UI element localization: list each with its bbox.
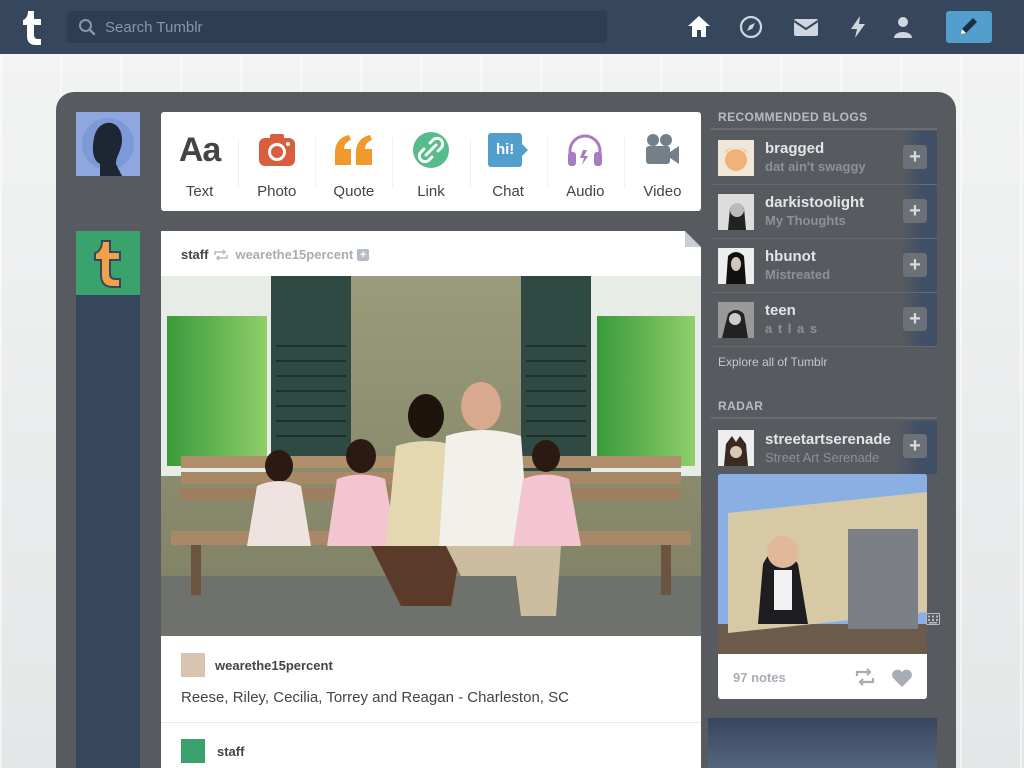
post-type-chat[interactable]: hi! Chat (469, 112, 547, 211)
radar-blog-subtitle: Street Art Serenade (765, 450, 880, 465)
radar-title: Radar (718, 399, 764, 413)
compose-post-button[interactable] (946, 11, 992, 43)
post-caption: Reese, Riley, Cecilia, Torrey and Reagan… (181, 689, 569, 706)
search-icon (78, 18, 96, 41)
post-type-quote[interactable]: Quote (315, 112, 392, 211)
post-type-video[interactable]: Video (623, 112, 701, 211)
radar-blog-name[interactable]: streetartserenade (765, 431, 891, 448)
radar-rule (711, 417, 937, 419)
recommended-blog-item[interactable]: bragged dat ain't swaggy + (711, 131, 937, 185)
keyboard-shortcuts-icon[interactable] (926, 612, 940, 630)
quote-icon (333, 130, 375, 170)
post-type-label: Link (417, 183, 445, 200)
blog-subtitle: My Thoughts (765, 213, 846, 228)
blog-subtitle: a t l a s (765, 321, 819, 336)
recommended-blog-item[interactable]: hbunot Mistreated + (711, 239, 937, 293)
blog-avatar[interactable] (718, 248, 754, 284)
blog-subtitle: dat ain't swaggy (765, 159, 866, 174)
follow-blog-button[interactable]: + (903, 145, 927, 169)
sidebar-bottom-widget (708, 718, 937, 768)
recommended-blog-item[interactable]: teen a t l a s + (711, 293, 937, 347)
next-post-author-link[interactable]: staff (217, 744, 244, 759)
reblog-icon (214, 248, 229, 261)
user-avatar[interactable] (76, 112, 140, 176)
explore-all-link[interactable]: Explore all of Tumblr (718, 355, 827, 369)
post-type-selector: Aa Text Photo Quote Link hi! Chat Audio … (161, 112, 701, 211)
account-user-icon[interactable] (890, 14, 916, 40)
post-type-label: Audio (566, 183, 605, 200)
reblogged-from-link[interactable]: wearethe15percent (235, 247, 353, 262)
source-blog-link[interactable]: wearethe15percent (215, 658, 333, 673)
source-avatar[interactable] (181, 653, 205, 677)
post-photo[interactable] (161, 276, 701, 636)
post-header: staff wearethe15percent + (181, 247, 370, 262)
post-corner-fold[interactable] (685, 231, 701, 247)
post-type-label: Text (185, 183, 214, 200)
blog-name[interactable]: bragged (765, 140, 824, 157)
reblog-icon[interactable] (854, 668, 876, 691)
follow-blog-button[interactable]: + (903, 199, 927, 223)
radar-post-image[interactable] (718, 474, 927, 654)
recommended-blog-item[interactable]: darkistoolight My Thoughts + (711, 185, 937, 239)
blog-avatar[interactable] (718, 302, 754, 338)
home-icon[interactable] (686, 14, 712, 40)
link-icon (410, 130, 452, 170)
like-heart-icon[interactable] (891, 668, 913, 693)
radar-blog-avatar[interactable] (718, 430, 754, 466)
post-type-audio[interactable]: Audio (546, 112, 624, 211)
recommended-rule (711, 128, 937, 130)
top-navigation-bar (0, 0, 1024, 54)
radar-blog-item[interactable]: streetartserenade Street Art Serenade + (711, 421, 937, 475)
blog-name[interactable]: hbunot (765, 248, 816, 265)
search-input[interactable] (105, 11, 585, 43)
pencil-icon (961, 18, 977, 34)
post-author-link[interactable]: staff (181, 247, 208, 262)
avatar-column (76, 232, 140, 768)
post-source: wearethe15percent (181, 653, 333, 677)
text-aa-icon: Aa (178, 130, 221, 169)
next-post-avatar[interactable] (181, 739, 205, 763)
explore-compass-icon[interactable] (738, 14, 764, 40)
post-type-label: Quote (333, 183, 375, 200)
follow-plus-icon[interactable]: + (357, 248, 370, 261)
post-type-label: Video (643, 183, 682, 200)
inbox-mail-icon[interactable] (792, 14, 820, 40)
follow-blog-button[interactable]: + (903, 307, 927, 331)
search-box[interactable] (67, 11, 607, 43)
follow-blog-button[interactable]: + (903, 253, 927, 277)
chat-icon-text: hi! (488, 133, 523, 167)
headphones-icon (564, 130, 606, 170)
post-type-label: Chat (492, 183, 524, 200)
staff-avatar[interactable] (76, 231, 140, 295)
post-divider (161, 722, 701, 723)
post-type-link[interactable]: Link (392, 112, 469, 211)
activity-lightning-icon[interactable] (845, 14, 871, 40)
post-type-photo[interactable]: Photo (238, 112, 315, 211)
radar-notes-count[interactable]: 97 notes (733, 670, 786, 685)
tumblr-logo-icon[interactable] (14, 7, 54, 47)
radar-post-card: 97 notes (718, 474, 927, 699)
chat-hi-icon: hi! (487, 130, 529, 170)
blog-name[interactable]: darkistoolight (765, 194, 864, 211)
next-post-header: staff (181, 739, 244, 763)
blog-avatar[interactable] (718, 140, 754, 176)
follow-radar-blog-button[interactable]: + (903, 434, 927, 458)
camera-icon (256, 130, 298, 170)
post-type-label: Photo (257, 183, 297, 200)
blog-name[interactable]: teen (765, 302, 796, 319)
recommended-blogs-title: Recommended Blogs (718, 110, 868, 124)
video-camera-icon (641, 130, 683, 170)
dashboard-post: staff wearethe15percent + wearethe15perc… (161, 231, 701, 768)
blog-avatar[interactable] (718, 194, 754, 230)
blog-subtitle: Mistreated (765, 267, 831, 282)
post-type-text[interactable]: Aa Text (161, 112, 238, 211)
